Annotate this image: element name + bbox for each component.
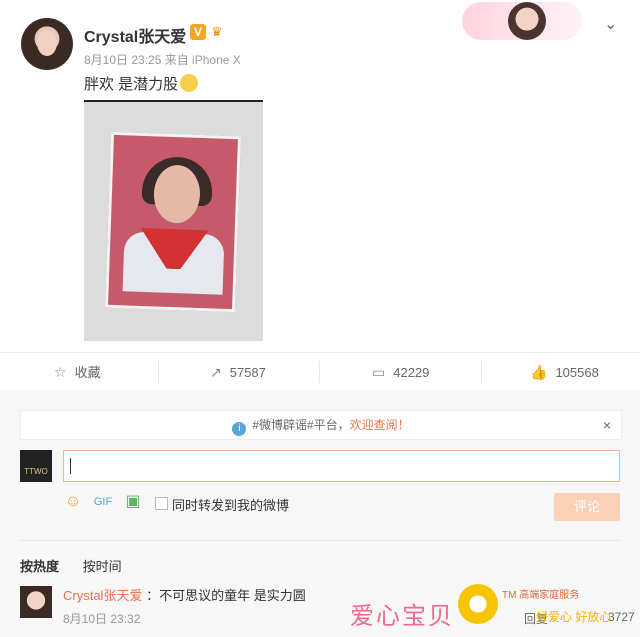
post-meta: 8月10日 23:25 来自 iPhone X — [84, 53, 241, 67]
sort-hot-tab[interactable]: 按热度 — [20, 559, 59, 574]
member-crown-icon: ♛ — [211, 24, 223, 39]
sort-tabs: 按热度 按时间 — [20, 556, 142, 575]
weibo-post: Crystal张天爱 V ♛ 8月10日 23:25 来自 iPhone X 胖… — [0, 0, 640, 352]
star-icon: ☆ — [54, 364, 67, 380]
author-name[interactable]: Crystal张天爱 — [84, 23, 186, 47]
post-photo[interactable] — [84, 100, 263, 341]
info-icon: i — [232, 422, 247, 436]
author-avatar[interactable] — [21, 18, 73, 70]
watermark-logo — [458, 584, 498, 624]
watermark-tm: TM 高端家庭服务 — [502, 590, 580, 601]
sync-label: 同时转发到我的微博 — [172, 498, 290, 513]
comment-icon: ▭ — [372, 364, 386, 380]
watermark-sub: 好爱心 好放心 — [536, 610, 612, 624]
sort-time-tab[interactable]: 按时间 — [83, 559, 122, 574]
repost-icon: ↗ — [210, 364, 222, 380]
verified-badge: V — [190, 24, 206, 40]
submit-comment-button[interactable]: 评论 — [554, 493, 620, 521]
avatar-banner — [462, 2, 582, 40]
gif-icon[interactable]: GIF — [93, 492, 113, 512]
comment-date: 8月10日 23:32 — [63, 612, 141, 626]
close-icon[interactable]: × — [603, 411, 611, 439]
comment-avatar[interactable] — [20, 586, 52, 618]
emoji-icon[interactable]: ☺ — [63, 492, 83, 512]
rumor-notice: i #微博辟谣#平台，欢迎查阅！ × — [20, 410, 622, 440]
post-text: 胖欢 是潜力股 — [84, 73, 199, 94]
action-bar: ☆ 收藏 ↗ 57587 ▭ 42229 👍 105568 — [0, 352, 640, 392]
watermark-text: 爱心宝贝 — [350, 603, 454, 630]
favorite-button[interactable]: ☆ 收藏 — [54, 353, 101, 391]
notice-link[interactable]: 欢迎查阅！ — [350, 418, 410, 432]
comment-like-count[interactable]: 3727 — [608, 610, 635, 624]
comment-input[interactable] — [63, 450, 620, 482]
like-button[interactable]: 👍 105568 — [530, 353, 599, 391]
image-icon[interactable]: ▣ — [123, 492, 143, 512]
chevron-down-icon[interactable]: ⌄ — [604, 14, 618, 33]
like-icon: 👍 — [530, 364, 548, 380]
smile-emoji-icon — [180, 74, 199, 92]
comment-button[interactable]: ▭ 42229 — [372, 353, 429, 391]
repost-button[interactable]: ↗ 57587 — [210, 353, 266, 391]
comment-text: Crystal张天爱 ：不可思议的童年 是实力圆 — [63, 588, 306, 603]
my-avatar: TTWO — [20, 450, 52, 482]
comment-author[interactable]: Crystal张天爱 — [63, 588, 142, 603]
sync-checkbox[interactable] — [155, 497, 168, 510]
